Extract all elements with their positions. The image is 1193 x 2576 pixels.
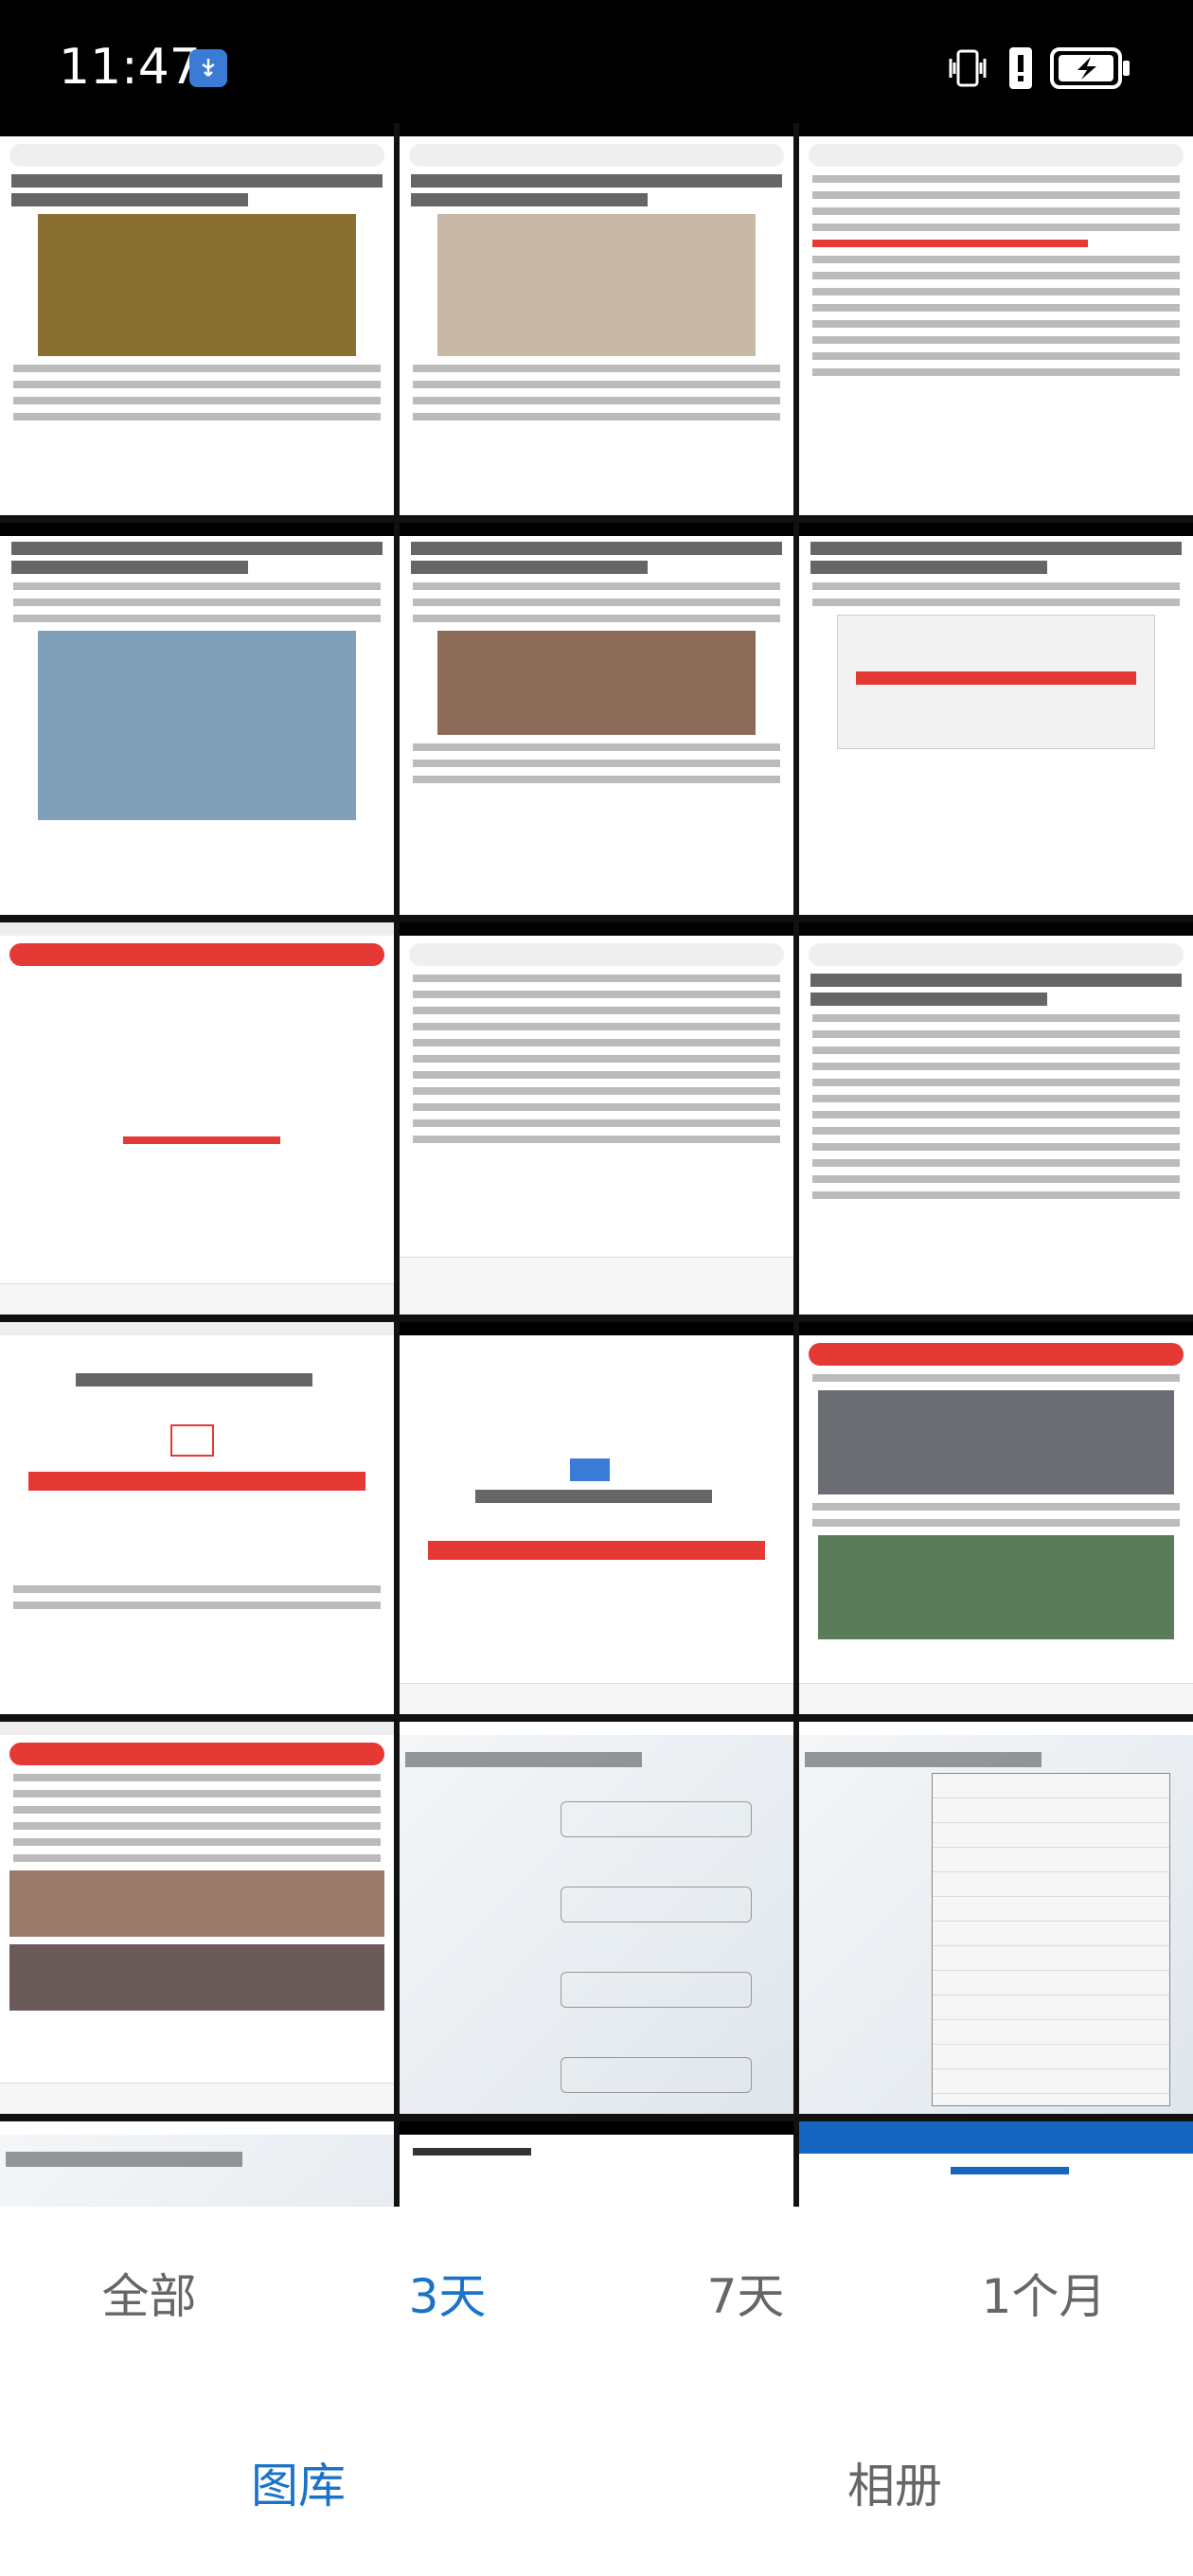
thumbnail[interactable] (799, 2121, 1193, 2207)
alert-icon (1004, 44, 1038, 97)
thumbnail[interactable] (799, 1722, 1193, 2114)
tab-1-month[interactable]: 1个月 (895, 2263, 1193, 2330)
status-time: 11:47 (59, 39, 201, 96)
battery-charging-icon (1049, 45, 1132, 95)
thumbnail[interactable] (400, 2121, 793, 2207)
thumbnail[interactable] (400, 1722, 793, 2114)
thumbnail[interactable] (799, 123, 1193, 515)
nav-gallery[interactable]: 图库 (0, 2453, 596, 2519)
usb-icon (189, 49, 227, 87)
nav-albums[interactable]: 相册 (596, 2453, 1193, 2519)
thumbnail[interactable] (0, 1722, 394, 2114)
thumbnail[interactable] (0, 123, 394, 515)
thumbnail[interactable] (0, 523, 394, 915)
thumbnail[interactable] (0, 2121, 394, 2207)
time-filter-tabs: 全部 3天 7天 1个月 (0, 2207, 1193, 2396)
thumbnail[interactable] (400, 922, 793, 1315)
tab-all[interactable]: 全部 (0, 2263, 298, 2330)
thumbnail[interactable] (799, 1322, 1193, 1714)
vibrate-icon (945, 45, 990, 95)
thumbnail[interactable] (400, 123, 793, 515)
thumbnail[interactable] (799, 922, 1193, 1315)
thumbnail[interactable] (0, 922, 394, 1315)
tab-7-days[interactable]: 7天 (596, 2263, 895, 2330)
thumbnail[interactable] (400, 1322, 793, 1714)
status-bar: 11:47 (0, 0, 1193, 123)
thumbnail[interactable] (799, 523, 1193, 915)
tab-3-days[interactable]: 3天 (298, 2263, 596, 2330)
thumbnail[interactable] (400, 523, 793, 915)
bottom-navigation: 图库 相册 (0, 2406, 1193, 2576)
screenshot-thumbnail-grid (0, 123, 1193, 2207)
thumbnail[interactable] (0, 1322, 394, 1714)
